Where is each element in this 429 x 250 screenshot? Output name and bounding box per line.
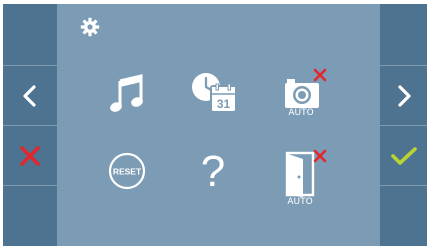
right-button-bottom[interactable] — [380, 186, 427, 246]
reset-icon: RESET — [108, 152, 146, 190]
help-glyph: ? — [201, 148, 225, 192]
help-button[interactable]: ? — [195, 147, 231, 193]
reset-label: RESET — [113, 167, 142, 177]
next-button[interactable] — [380, 66, 427, 125]
chevron-right-icon — [397, 84, 411, 107]
left-button-column — [3, 4, 57, 246]
clock-calendar-icon: 31 — [192, 73, 237, 113]
right-button-top[interactable] — [380, 4, 427, 65]
camera-disabled-x-icon — [313, 68, 327, 82]
menu-panel: 31 AUTO RESET ? AUTO — [57, 4, 380, 246]
checkmark-icon — [390, 146, 417, 165]
door-disabled-x-icon — [313, 149, 327, 163]
reset-button[interactable]: RESET — [107, 151, 147, 191]
settings-button[interactable] — [79, 16, 101, 38]
cancel-button[interactable] — [3, 126, 57, 185]
camera-auto-label: AUTO — [288, 108, 314, 118]
calendar-day-text: 31 — [217, 97, 231, 111]
previous-button[interactable] — [3, 66, 57, 125]
screen-frame: 31 AUTO RESET ? AUTO — [0, 0, 429, 250]
chevron-left-icon — [23, 84, 36, 107]
right-button-column — [380, 4, 427, 246]
date-time-button[interactable]: 31 — [189, 70, 239, 114]
question-mark-icon: ? — [201, 148, 225, 192]
cancel-x-icon — [20, 145, 40, 166]
music-note-icon — [110, 74, 143, 112]
confirm-button[interactable] — [380, 126, 427, 185]
left-button-top[interactable] — [3, 4, 57, 65]
door-auto-label: AUTO — [287, 197, 313, 207]
left-button-bottom[interactable] — [3, 186, 57, 246]
gear-icon — [80, 17, 100, 37]
ringtone-button[interactable] — [107, 72, 147, 114]
